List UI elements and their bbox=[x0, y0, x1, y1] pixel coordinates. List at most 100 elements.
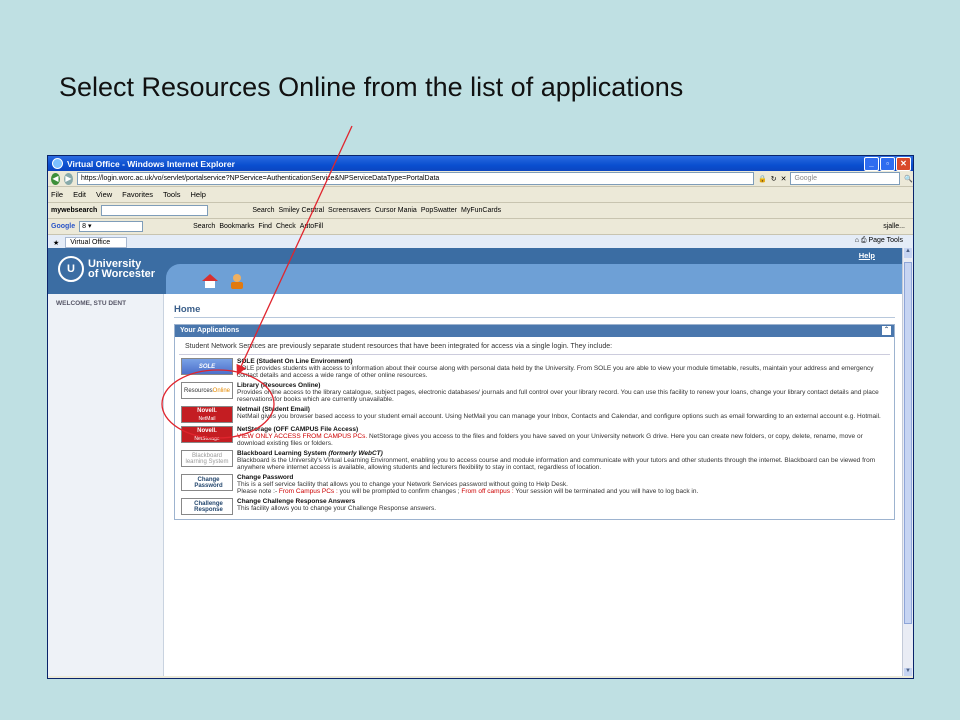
collapse-icon[interactable]: ⌃ bbox=[882, 326, 891, 335]
browser-window: Virtual Office - Windows Internet Explor… bbox=[47, 155, 914, 679]
scrollbar-thumb[interactable] bbox=[904, 262, 912, 624]
note-mid: you will be prompted to confirm changes … bbox=[339, 488, 460, 495]
app-description: NetMail gives you browser based access t… bbox=[237, 413, 881, 420]
mywebsearch-search-button[interactable]: Search bbox=[252, 207, 274, 214]
smiley-central-link[interactable]: Smiley Central bbox=[279, 207, 325, 214]
icon-text-2: learning System bbox=[185, 458, 229, 465]
app-name[interactable]: Netmail (Student Email) bbox=[237, 406, 881, 413]
app-blackboard: Blackboard learning System Blackboard Lea… bbox=[181, 450, 888, 471]
blackboard-icon[interactable]: Blackboard learning System bbox=[181, 450, 233, 467]
search-input[interactable]: Google bbox=[790, 172, 901, 185]
applications-panel: Your Applications ⌃ Student Network Serv… bbox=[174, 324, 895, 520]
change-password-icon[interactable]: Change Password bbox=[181, 474, 233, 491]
home-icon[interactable]: ⌂ bbox=[855, 237, 859, 244]
scroll-up-icon[interactable]: ▲ bbox=[904, 248, 912, 258]
challenge-response-icon[interactable]: Challenge Response bbox=[181, 498, 233, 515]
app-name[interactable]: NetStorage (OFF CAMPUS File Access) bbox=[237, 426, 888, 433]
note-offcampus: From off campus : bbox=[461, 488, 514, 495]
app-description: Provides online access to the library ca… bbox=[237, 389, 879, 403]
sole-icon[interactable]: SOLE bbox=[181, 358, 233, 375]
minimize-button[interactable]: _ bbox=[864, 157, 879, 171]
bookmarks-button[interactable]: Bookmarks bbox=[219, 223, 254, 230]
app-description: This facility allows you to change your … bbox=[237, 505, 437, 512]
autofill-button[interactable]: AutoFill bbox=[300, 223, 323, 230]
screensavers-link[interactable]: Screensavers bbox=[328, 207, 371, 214]
app-change-password: Change Password Change Password This is a… bbox=[181, 474, 888, 495]
applications-intro: Student Network Services are previously … bbox=[179, 337, 890, 355]
icon-text: Resources bbox=[183, 387, 213, 394]
window-title: Virtual Office - Windows Internet Explor… bbox=[67, 158, 235, 169]
search-icon[interactable]: 🔍 bbox=[904, 175, 913, 183]
welcome-panel: WELCOME, STU DENT bbox=[48, 294, 164, 678]
address-input[interactable]: https://login.worc.ac.uk/vo/servlet/port… bbox=[76, 172, 754, 185]
novell-netmail-icon[interactable]: Novell. NetMail bbox=[181, 406, 233, 423]
google-search-input[interactable]: 8 ▾ bbox=[79, 221, 144, 232]
icon-text: Novell. bbox=[197, 427, 217, 434]
university-crest-icon: U bbox=[58, 256, 84, 282]
app-netmail: Novell. NetMail Netmail (Student Email) N… bbox=[181, 406, 888, 423]
google-search-button[interactable]: Search bbox=[193, 223, 215, 230]
favorites-star-icon[interactable]: ★ bbox=[53, 239, 59, 247]
myfuncards-link[interactable]: MyFunCards bbox=[461, 207, 501, 214]
stop-icon[interactable]: ✕ bbox=[781, 175, 787, 183]
icon-text-2: Response bbox=[194, 506, 223, 513]
resources-online-icon[interactable]: Resources Online bbox=[181, 382, 233, 399]
app-sole: SOLE SOLE (Student On Line Environment) … bbox=[181, 358, 888, 379]
check-button[interactable]: Check bbox=[276, 223, 296, 230]
note-prefix: Please note :- bbox=[237, 488, 278, 495]
app-name[interactable]: SOLE (Student On Line Environment) bbox=[237, 358, 888, 365]
portal-header: U University of Worcester Help bbox=[48, 248, 903, 294]
icon-text-2: NetMail bbox=[198, 415, 216, 422]
user-tab-icon[interactable] bbox=[228, 273, 246, 289]
back-button[interactable]: ◀ bbox=[51, 172, 60, 185]
main-content: Home Your Applications ⌃ Student Network… bbox=[174, 304, 895, 520]
menu-edit[interactable]: Edit bbox=[73, 190, 86, 199]
google-user[interactable]: sjalle... bbox=[883, 223, 905, 230]
slide-title: Select Resources Online from the list of… bbox=[59, 72, 684, 102]
home-tab-icon[interactable] bbox=[201, 273, 219, 289]
novell-netstorage-icon[interactable]: Novell. NetStorage bbox=[181, 426, 233, 443]
google-toolbar: Google 8 ▾ Search Bookmarks Find Check A… bbox=[48, 219, 913, 235]
close-button[interactable]: ✕ bbox=[896, 157, 911, 171]
vertical-scrollbar[interactable]: ▲ ▼ bbox=[902, 248, 913, 678]
menu-file[interactable]: File bbox=[51, 190, 63, 199]
app-description: Blackboard is the University's Virtual L… bbox=[237, 457, 876, 471]
tools-menu[interactable]: Tools bbox=[887, 237, 903, 244]
icon-text-2: NetStorage bbox=[194, 435, 220, 442]
print-icon[interactable]: ⎙ bbox=[861, 237, 867, 244]
status-bar bbox=[48, 676, 913, 678]
app-name-note: (formerly WebCT) bbox=[328, 450, 383, 457]
app-name[interactable]: Change Challenge Response Answers bbox=[237, 498, 436, 505]
menu-favorites[interactable]: Favorites bbox=[122, 190, 153, 199]
welcome-text: WELCOME, STU DENT bbox=[56, 300, 127, 307]
mywebsearch-input[interactable] bbox=[101, 205, 209, 216]
menu-bar: File Edit View Favorites Tools Help bbox=[48, 187, 913, 203]
popswatter-link[interactable]: PopSwatter bbox=[421, 207, 457, 214]
page-menu[interactable]: Page bbox=[868, 237, 884, 244]
find-button[interactable]: Find bbox=[258, 223, 272, 230]
window-titlebar: Virtual Office - Windows Internet Explor… bbox=[48, 156, 913, 171]
maximize-button[interactable]: ▫ bbox=[880, 157, 895, 171]
refresh-icon[interactable]: ↻ bbox=[771, 175, 777, 183]
applications-title: Your Applications bbox=[180, 327, 240, 334]
portal-tabs bbox=[166, 264, 903, 294]
university-logo: U University of Worcester bbox=[58, 256, 155, 282]
help-link[interactable]: Help bbox=[859, 251, 875, 260]
menu-view[interactable]: View bbox=[96, 190, 112, 199]
app-name[interactable]: Change Password bbox=[237, 474, 698, 481]
icon-text-2: Online bbox=[212, 387, 231, 394]
menu-help[interactable]: Help bbox=[191, 190, 206, 199]
forward-button[interactable]: ▶ bbox=[63, 172, 73, 185]
app-name[interactable]: Blackboard Learning System bbox=[237, 450, 327, 457]
cursor-mania-link[interactable]: Cursor Mania bbox=[375, 207, 417, 214]
menu-tools[interactable]: Tools bbox=[163, 190, 181, 199]
mywebsearch-toolbar: mywebsearch Search Smiley Central Screen… bbox=[48, 203, 913, 219]
page-title: Home bbox=[174, 304, 895, 318]
app-warning: VIEW ONLY ACCESS FROM CAMPUS PCs. bbox=[237, 433, 368, 440]
tab-virtual-office[interactable]: Virtual Office bbox=[65, 237, 128, 248]
app-library: Resources Online Library (Resources Onlin… bbox=[181, 382, 888, 403]
applications-header: Your Applications ⌃ bbox=[175, 325, 894, 337]
icon-text: Novell. bbox=[197, 407, 217, 414]
app-name[interactable]: Library (Resources Online) bbox=[237, 382, 888, 389]
page-content: U University of Worcester Help WELCOME, … bbox=[48, 248, 903, 678]
